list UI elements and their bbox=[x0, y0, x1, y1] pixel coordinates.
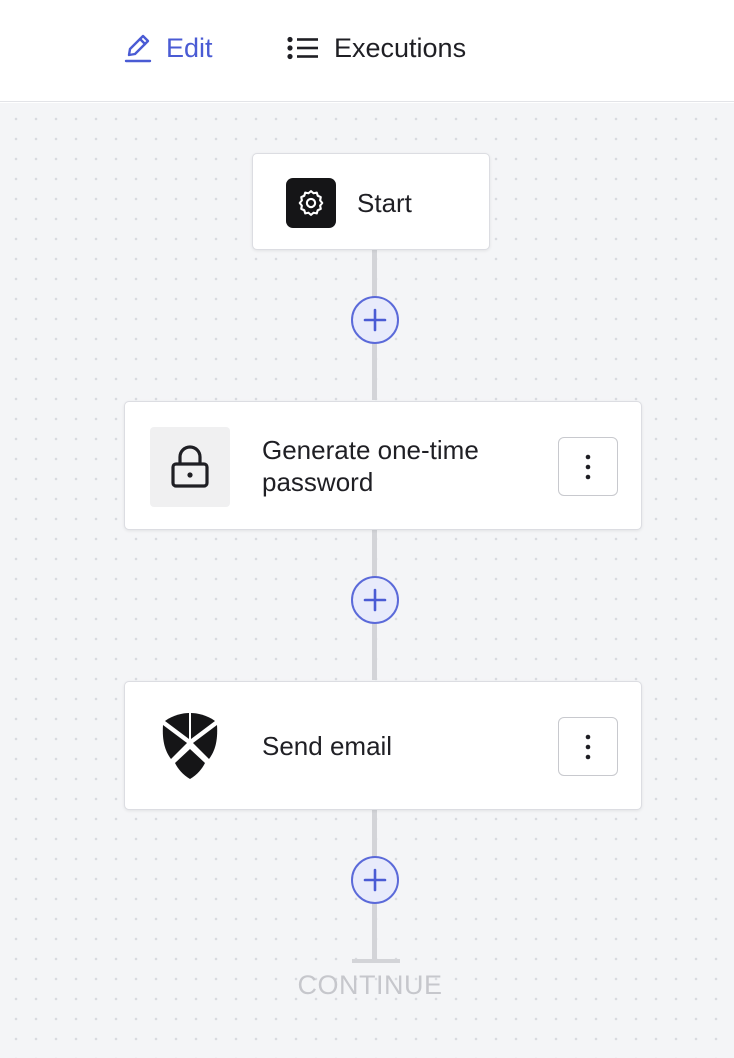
step-title: Send email bbox=[262, 731, 393, 761]
step-node-send-email[interactable]: Send email bbox=[124, 681, 642, 810]
flow-end-marker bbox=[352, 959, 400, 963]
lock-icon bbox=[150, 427, 230, 507]
plus-icon bbox=[363, 588, 387, 612]
add-step-button[interactable] bbox=[351, 296, 399, 344]
step-title: Generate one-time password bbox=[262, 435, 479, 497]
vertical-ellipsis-icon bbox=[585, 454, 591, 479]
flow-end-label: CONTINUE bbox=[297, 970, 443, 1000]
add-step-button[interactable] bbox=[351, 856, 399, 904]
tab-edit-label: Edit bbox=[166, 32, 213, 63]
gear-icon bbox=[286, 178, 336, 228]
add-step-button[interactable] bbox=[351, 576, 399, 624]
plus-icon bbox=[363, 868, 387, 892]
plus-icon bbox=[363, 308, 387, 332]
step-menu-button[interactable] bbox=[558, 717, 618, 776]
tab-edit[interactable]: Edit bbox=[124, 28, 213, 68]
step-menu-button[interactable] bbox=[558, 437, 618, 496]
start-node[interactable]: Start bbox=[252, 153, 490, 250]
start-node-label: Start bbox=[357, 188, 412, 218]
list-icon bbox=[286, 36, 320, 60]
tab-executions[interactable]: Executions bbox=[286, 28, 466, 68]
vertical-ellipsis-icon bbox=[585, 734, 591, 759]
pencil-icon bbox=[124, 33, 152, 63]
tab-executions-label: Executions bbox=[334, 32, 467, 63]
step-node-generate-otp[interactable]: Generate one-time password bbox=[124, 401, 642, 530]
top-navigation: Edit Executions bbox=[0, 0, 734, 102]
shield-logo-icon bbox=[150, 707, 230, 787]
